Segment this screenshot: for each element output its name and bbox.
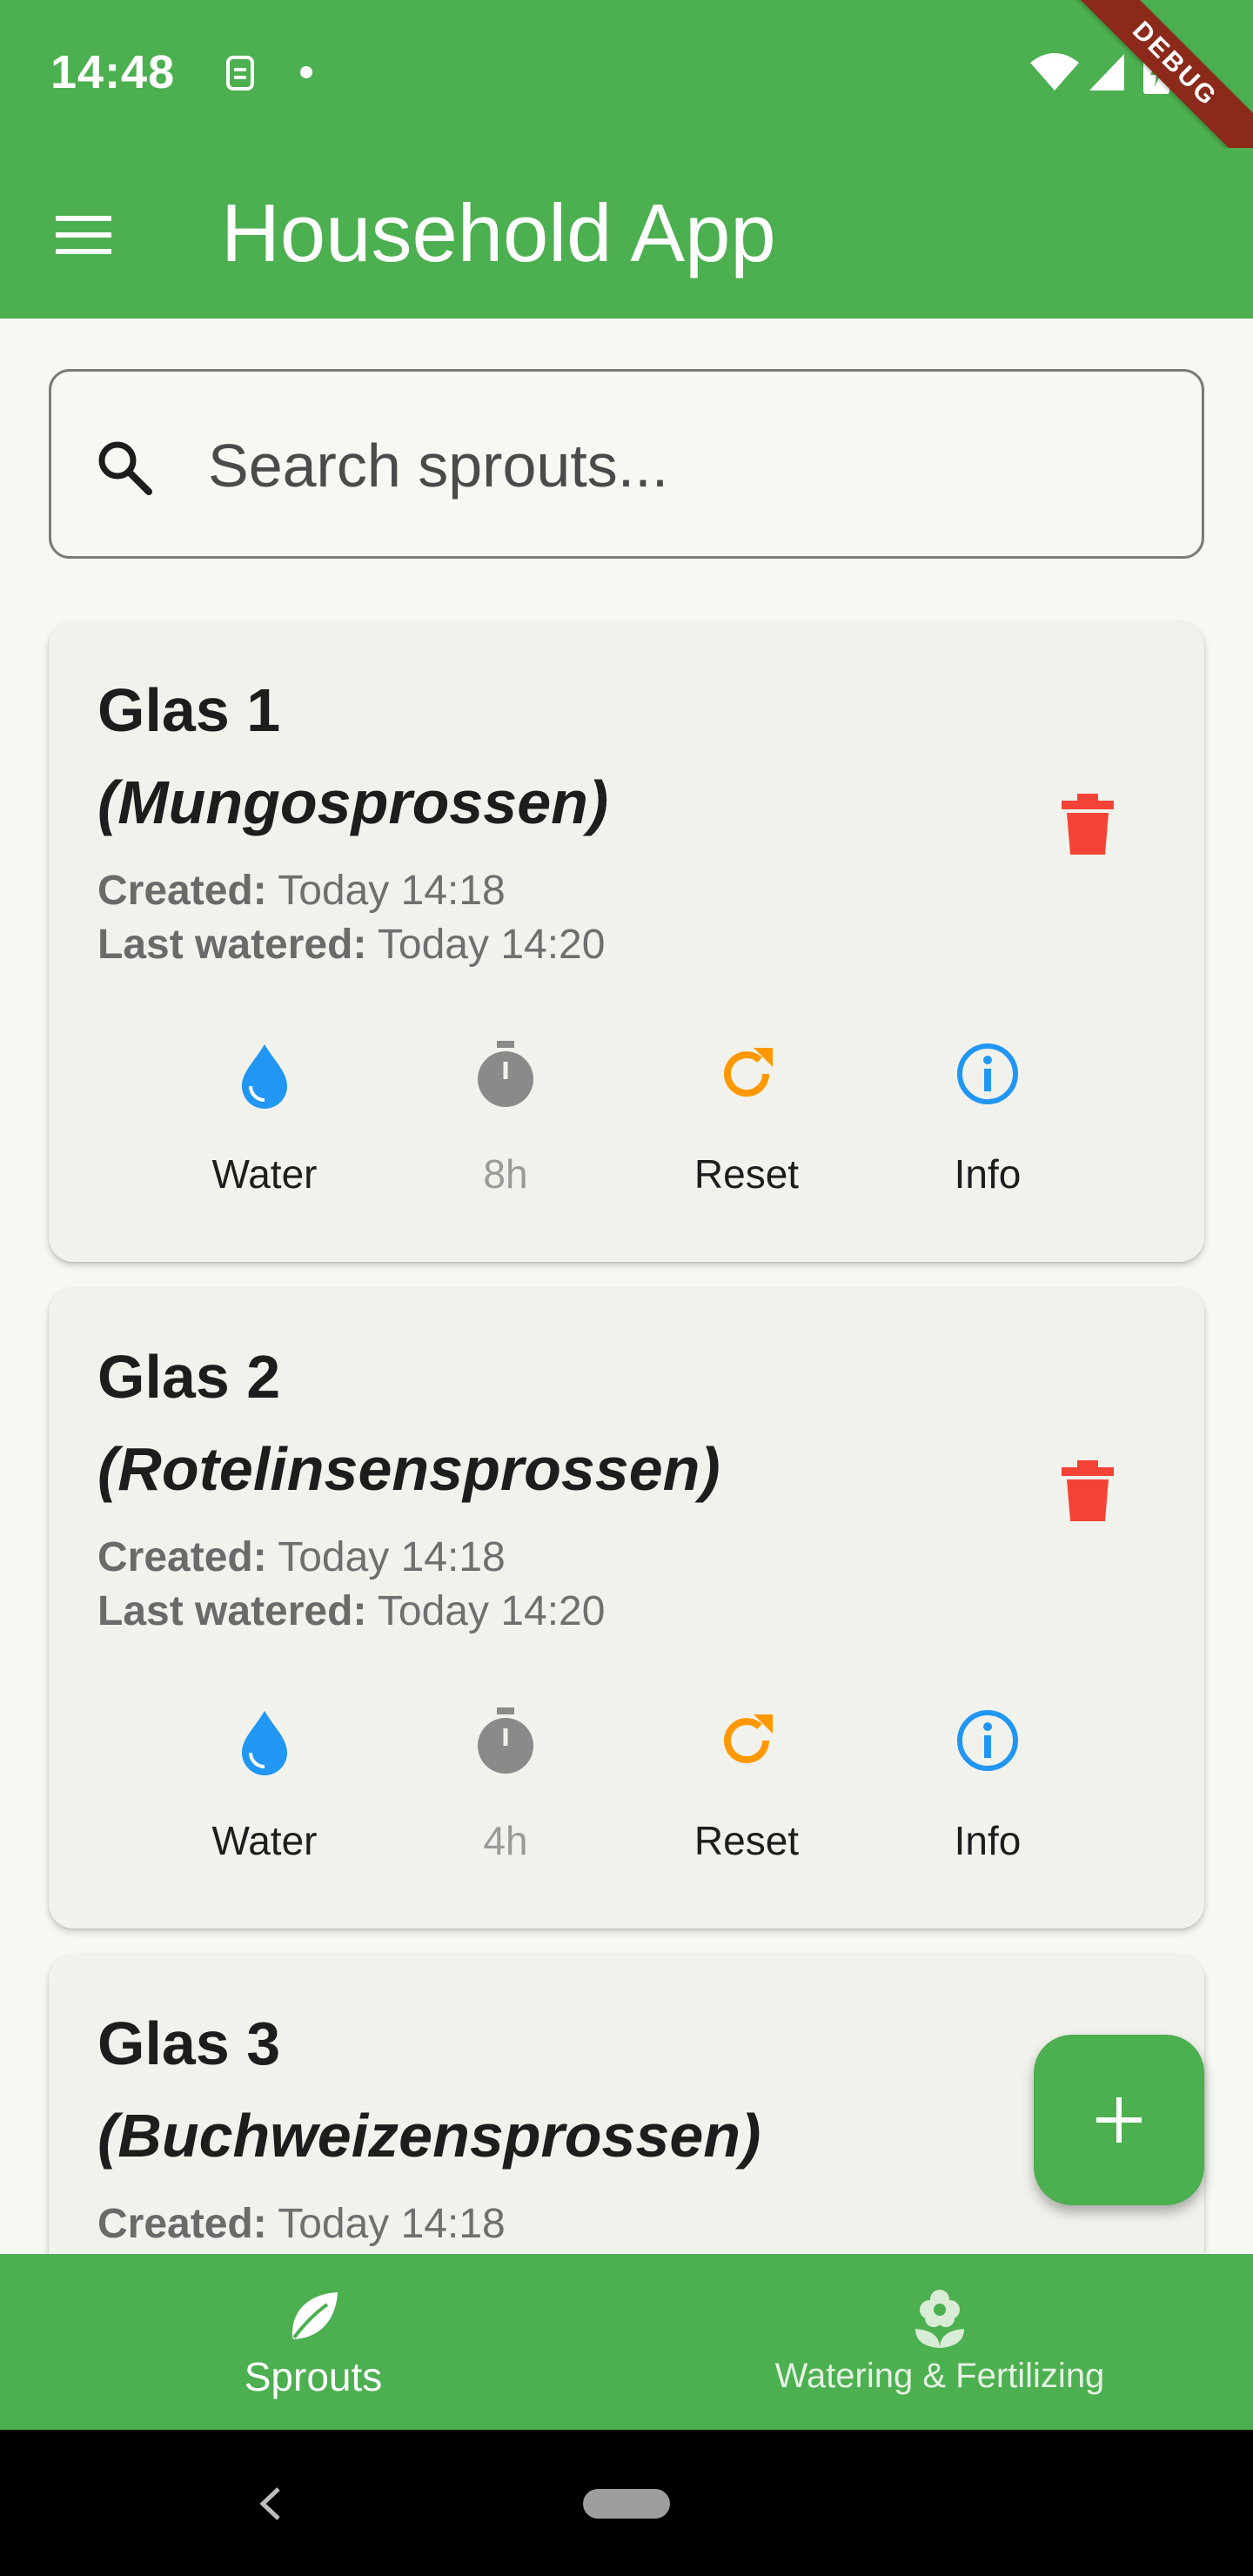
water-label: Water: [211, 1818, 318, 1863]
watered-value: Today 14:20: [377, 922, 606, 968]
refresh-icon: [724, 1048, 773, 1097]
search-icon: [98, 441, 152, 495]
timer-button[interactable]: 4h: [419, 1706, 593, 1864]
status-bar: 14:48: [0, 0, 1253, 148]
created-line: Created: Today 14:18: [97, 867, 506, 915]
nav-label-watering: Watering & Fertilizing: [774, 2357, 1105, 2395]
sprout-card: Glas 2 (Rotelinsensprossen) Created: Tod…: [49, 1288, 1204, 1929]
nav-item-watering-fertilizing[interactable]: Watering & Fertilizing: [626, 2254, 1253, 2430]
search-input[interactable]: [208, 413, 1165, 518]
reset-button[interactable]: Reset: [660, 1706, 834, 1864]
timer-label: 8h: [483, 1151, 528, 1197]
water-label: Water: [211, 1151, 318, 1197]
info-button[interactable]: Info: [901, 1706, 1075, 1864]
back-chevron-icon[interactable]: [252, 2482, 287, 2526]
nav-item-sprouts[interactable]: Sprouts: [0, 2254, 626, 2430]
reset-label: Reset: [694, 1151, 800, 1197]
sim-card-icon: [226, 56, 254, 91]
timer-button[interactable]: 8h: [419, 1039, 593, 1197]
status-time: 14:48: [50, 46, 176, 98]
created-label: Created:: [97, 868, 267, 914]
watered-line: Last watered: Today 14:20: [97, 1587, 605, 1635]
info-button[interactable]: Info: [901, 1039, 1075, 1197]
timer-label: 4h: [483, 1818, 528, 1863]
search-field[interactable]: [49, 369, 1204, 559]
created-line: Created: Today 14:18: [97, 1533, 506, 1581]
watered-label: Last watered:: [97, 922, 367, 968]
card-title: Glas 3: [97, 2009, 281, 2077]
water-button[interactable]: Water: [178, 1039, 352, 1197]
info-icon: [957, 1043, 1018, 1104]
created-value: Today 14:18: [278, 868, 506, 914]
card-subtitle: (Mungosprossen): [97, 768, 609, 836]
app-title: Household App: [221, 187, 776, 278]
reset-button[interactable]: Reset: [660, 1039, 834, 1197]
reset-label: Reset: [694, 1818, 800, 1863]
timer-icon: [478, 1707, 533, 1774]
water-button[interactable]: Water: [178, 1706, 352, 1864]
watered-label: Last watered:: [97, 1588, 367, 1634]
flower-icon: [915, 2290, 964, 2348]
card-title: Glas 2: [97, 1343, 281, 1411]
water-drop-icon: [242, 1711, 287, 1775]
info-label: Info: [954, 1818, 1022, 1863]
watered-line: Last watered: Today 14:20: [97, 921, 605, 969]
sprout-card: Glas 1 (Mungosprossen) Created: Today 14…: [49, 621, 1204, 1262]
info-icon: [957, 1710, 1018, 1771]
leaf-icon: [291, 2292, 338, 2339]
created-value: Today 14:18: [278, 1534, 506, 1580]
created-value: Today 14:18: [278, 2201, 506, 2247]
hamburger-menu-icon[interactable]: [56, 216, 111, 254]
created-label: Created:: [97, 2201, 267, 2247]
card-subtitle: (Buchweizensprossen): [97, 2102, 761, 2170]
water-drop-icon: [242, 1044, 287, 1109]
add-sprout-button[interactable]: [1034, 2035, 1204, 2205]
nav-label-sprouts: Sprouts: [244, 2354, 383, 2399]
delete-icon[interactable]: [1062, 1460, 1114, 1521]
cell-signal-icon: [1089, 54, 1124, 91]
created-label: Created:: [97, 1534, 267, 1580]
notification-dot-icon: [300, 66, 312, 78]
timer-icon: [478, 1041, 533, 1107]
system-navigation-bar: [0, 2430, 1253, 2576]
app-bar: Household App: [0, 148, 1253, 319]
created-line: Created: Today 14:18: [97, 2200, 506, 2248]
wifi-icon: [1030, 53, 1079, 91]
plus-icon: [1096, 2097, 1142, 2143]
bottom-navigation: Sprouts Watering & Fertilizing: [0, 2254, 1253, 2430]
info-label: Info: [954, 1151, 1022, 1197]
delete-icon[interactable]: [1062, 794, 1114, 855]
home-pill-button[interactable]: [583, 2489, 670, 2519]
refresh-icon: [724, 1714, 773, 1764]
watered-value: Today 14:20: [377, 1588, 606, 1634]
card-subtitle: (Rotelinsensprossen): [97, 1435, 720, 1503]
card-title: Glas 1: [97, 676, 281, 744]
